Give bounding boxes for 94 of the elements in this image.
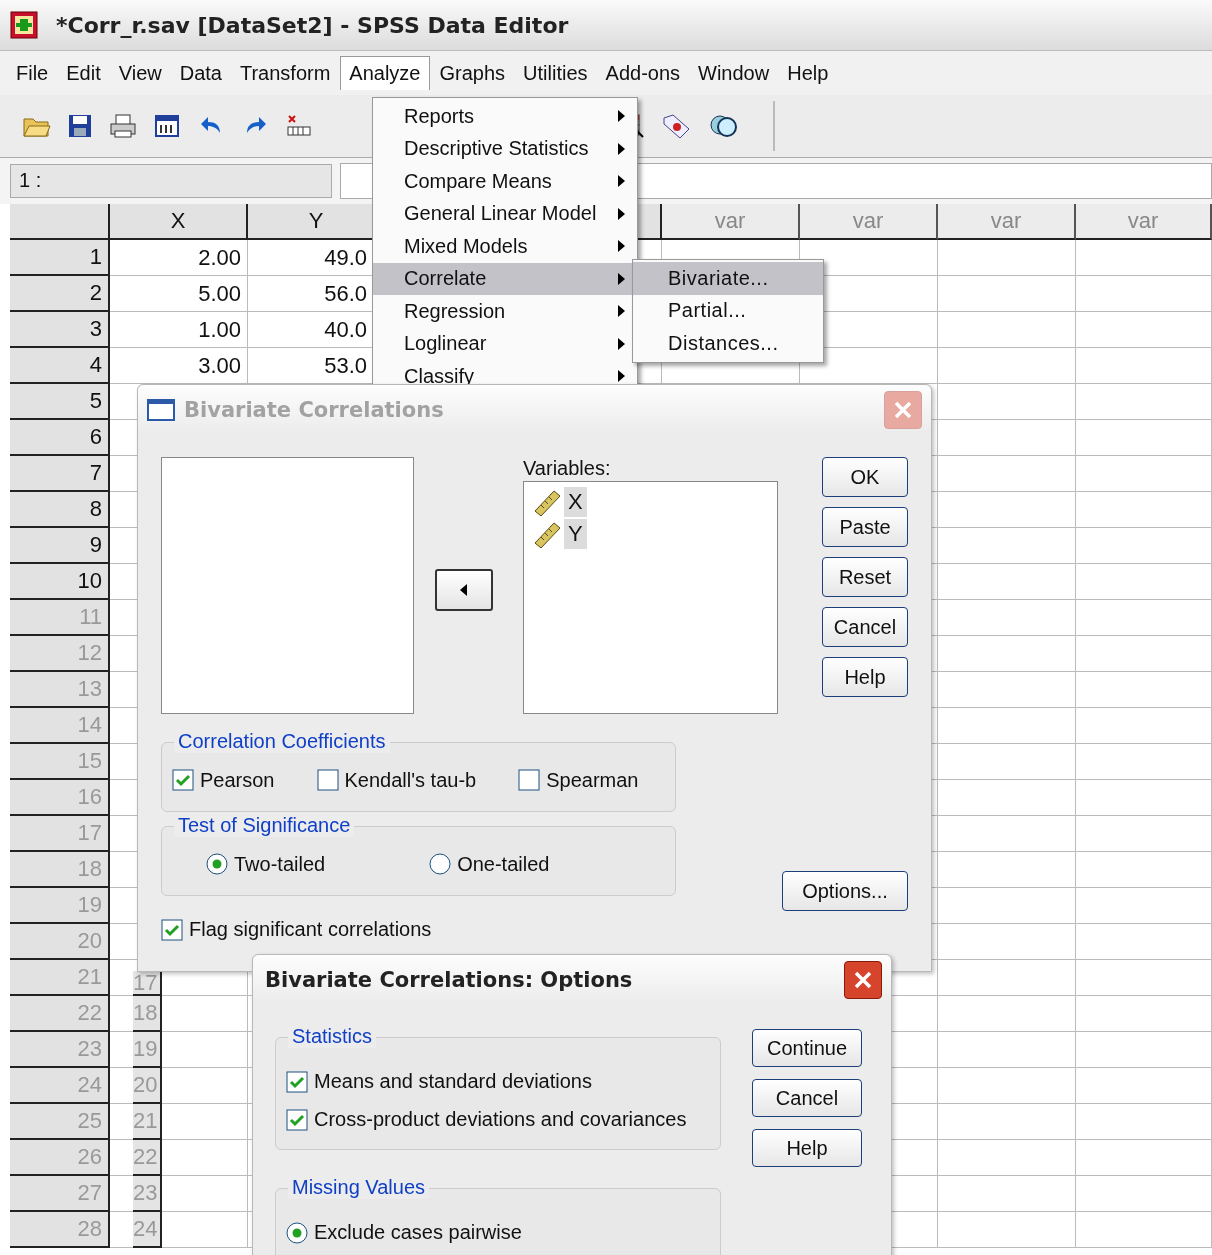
checkbox[interactable] <box>316 769 339 791</box>
close-icon <box>852 969 874 991</box>
menu-item[interactable]: Analyze <box>340 56 430 90</box>
print-icon[interactable] <box>108 113 138 139</box>
row-header[interactable]: 5 <box>10 384 110 420</box>
table-cell: 5.00 <box>110 276 248 312</box>
row-header[interactable]: 6 <box>10 420 110 456</box>
radio-button[interactable] <box>286 1221 308 1244</box>
menu-item[interactable]: Window <box>690 56 778 90</box>
variables-list[interactable]: X Y <box>523 481 778 714</box>
dialog-button[interactable]: Continue <box>752 1029 862 1067</box>
menu-item[interactable]: Edit <box>58 56 109 90</box>
checkbox-label: Kendall's tau-b <box>344 768 477 792</box>
variable-item[interactable]: Y <box>564 519 587 549</box>
menu-item[interactable]: Reports <box>373 100 637 133</box>
dialog-button[interactable]: Help <box>822 657 908 697</box>
checkbox[interactable] <box>161 918 183 941</box>
checkbox-label: Pearson <box>200 768 275 792</box>
submenu-arrow-icon <box>618 110 625 123</box>
radio-label: Exclude cases pairwise <box>314 1221 522 1244</box>
row-header: 24 <box>133 1212 162 1248</box>
submenu-arrow-icon <box>618 272 625 285</box>
submenu-arrow-icon <box>618 207 625 220</box>
menu-item[interactable]: Graphs <box>431 56 514 90</box>
dialog-button[interactable]: Paste <box>822 507 908 547</box>
row-header[interactable]: 7 <box>10 456 110 492</box>
row-header[interactable]: 8 <box>10 492 110 528</box>
dialog-button[interactable]: Cancel <box>822 607 908 647</box>
row-header[interactable]: 10 <box>10 564 110 600</box>
dialog-title: Bivariate Correlations <box>184 398 445 422</box>
group-legend: Correlation Coefficients <box>174 730 390 753</box>
app-icon <box>10 11 38 39</box>
menu-item[interactable]: Help <box>779 56 837 90</box>
group-legend: Missing Values <box>288 1176 430 1199</box>
radio-button[interactable] <box>206 853 228 875</box>
circles-icon[interactable] <box>708 112 740 140</box>
list-label: Variables: <box>523 457 612 481</box>
variable-item[interactable]: X <box>564 487 587 517</box>
close-icon <box>892 399 914 421</box>
row-header[interactable]: 3 <box>10 312 110 348</box>
row-header: 22 <box>133 1140 162 1176</box>
column-header[interactable]: X <box>110 204 248 240</box>
submenu-arrow-icon <box>618 175 625 188</box>
menu-item[interactable]: Transform <box>231 56 339 90</box>
menu-item[interactable]: View <box>110 56 170 90</box>
row-header[interactable]: 4 <box>10 348 110 384</box>
menu-item[interactable]: Compare Means <box>373 165 637 198</box>
menu-item[interactable]: File <box>8 56 57 90</box>
menu-item[interactable]: Data <box>171 56 230 90</box>
checkbox[interactable] <box>518 769 541 791</box>
row-header: 23 <box>133 1176 162 1212</box>
row-header: 20 <box>133 1068 162 1104</box>
cell-reference: 1 : <box>10 164 332 198</box>
row-header[interactable]: 1 <box>10 240 110 276</box>
go-to-case-icon[interactable] <box>284 113 314 139</box>
dialog-button[interactable]: Reset <box>822 557 908 597</box>
radio-label: One-tailed <box>457 852 550 876</box>
options-button[interactable]: Options... <box>782 871 908 911</box>
group-legend: Statistics <box>288 1025 377 1048</box>
checkbox[interactable] <box>286 1070 308 1093</box>
submenu-arrow-icon <box>618 305 625 318</box>
checkbox-label: Means and standard deviations <box>314 1070 592 1093</box>
checkbox-label: Flag significant correlations <box>189 918 432 941</box>
checkbox-label: Cross-product deviations and covariances <box>314 1108 687 1131</box>
dialog-title: Bivariate Correlations: Options <box>265 968 634 992</box>
save-icon[interactable] <box>67 113 93 139</box>
checkbox[interactable] <box>172 769 194 791</box>
dialog-button[interactable]: Cancel <box>752 1079 862 1117</box>
submenu-arrow-icon <box>618 142 625 155</box>
radio-label: Two-tailed <box>234 852 326 876</box>
dialog-button[interactable]: OK <box>822 457 908 497</box>
window-title: *Corr_r.sav [DataSet2] - SPSS Data Editor <box>56 12 569 38</box>
table-cell: 1.00 <box>110 312 248 348</box>
window-icon <box>146 397 176 423</box>
checkbox-label: Spearman <box>546 768 639 792</box>
menu-item[interactable]: Add-ons <box>597 56 689 90</box>
menu-item[interactable]: Descriptive Statistics <box>373 132 637 165</box>
row-header[interactable]: 9 <box>10 528 110 564</box>
table-cell: 2.00 <box>110 240 248 276</box>
row-header: 19 <box>133 1032 162 1068</box>
row-header: 18 <box>133 996 162 1032</box>
checkbox[interactable] <box>286 1108 308 1131</box>
menu-item[interactable]: Bivariate... <box>633 262 823 295</box>
row-header[interactable]: 2 <box>10 276 110 312</box>
row-header: 17 <box>133 971 162 996</box>
move-button[interactable] <box>435 569 493 611</box>
radio-button[interactable] <box>429 853 452 875</box>
submenu-arrow-icon <box>618 337 625 350</box>
menu-item[interactable]: Utilities <box>515 56 596 90</box>
dialog-button[interactable]: Help <box>752 1129 862 1167</box>
row-header: 21 <box>133 1104 162 1140</box>
group-legend: Test of Significance <box>174 814 355 837</box>
submenu-arrow-icon <box>618 240 625 253</box>
close-button[interactable] <box>844 961 882 999</box>
